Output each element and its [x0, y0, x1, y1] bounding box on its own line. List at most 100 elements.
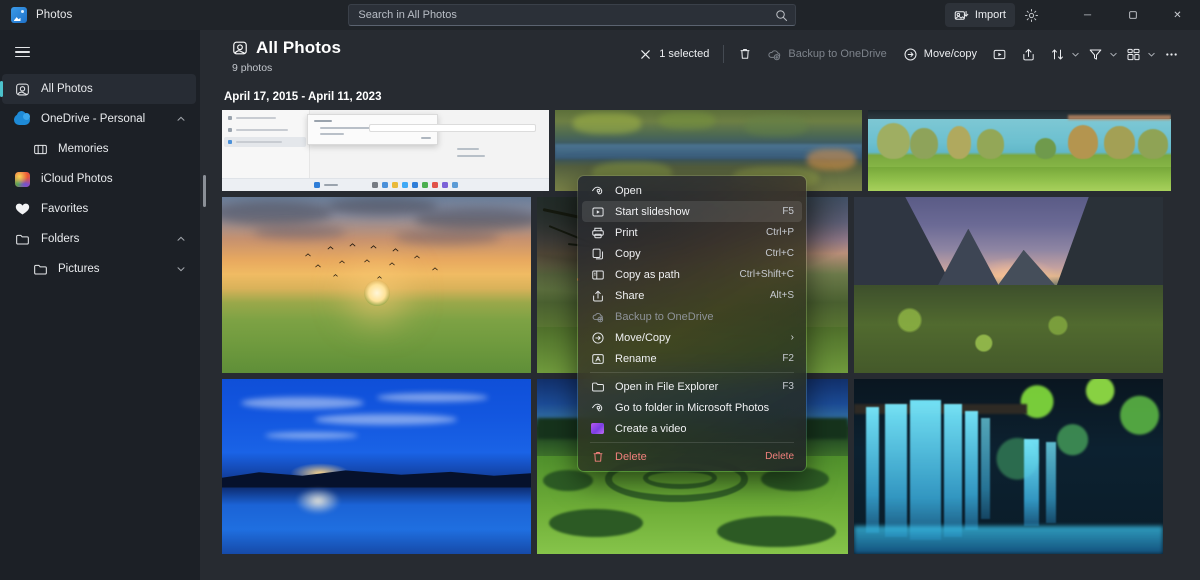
- context-menu-item-rename[interactable]: Rename F2: [582, 348, 802, 369]
- title-bar: Photos: [0, 0, 1200, 30]
- sort-button[interactable]: [1043, 41, 1072, 67]
- context-menu-items: Open Start slideshow F5: [578, 176, 806, 471]
- hamburger-icon[interactable]: [2, 36, 42, 68]
- photos-app-icon: [11, 7, 27, 23]
- sidebar-item-memories[interactable]: Memories: [2, 134, 196, 164]
- context-menu-item-label: Copy: [615, 248, 755, 260]
- context-menu-item-start-slideshow[interactable]: Start slideshow F5: [582, 201, 802, 222]
- context-menu-item-copy[interactable]: Copy Ctrl+C: [582, 243, 802, 264]
- context-menu-item-label: Print: [615, 227, 756, 239]
- scrollbar-thumb[interactable]: [203, 175, 206, 207]
- heart-icon: [14, 201, 30, 217]
- backup-to-onedrive-button[interactable]: Backup to OneDrive: [759, 41, 894, 67]
- context-menu-item-open[interactable]: Open: [582, 180, 802, 201]
- context-menu-item-label: Open: [615, 185, 784, 197]
- open-eye-icon: [590, 183, 605, 198]
- photo-thumbnail-blue-waterfall-in-forest[interactable]: [854, 379, 1163, 554]
- chevron-down-icon[interactable]: [1070, 49, 1081, 60]
- context-menu-item-open-in-file-explorer[interactable]: Open in File Explorer F3: [582, 376, 802, 397]
- search-icon[interactable]: [774, 8, 788, 22]
- chevron-up-icon[interactable]: [174, 112, 188, 126]
- settings-button[interactable]: [1017, 3, 1045, 27]
- folder-icon: [14, 231, 30, 247]
- search-box[interactable]: [348, 4, 796, 26]
- create-video-icon: [590, 421, 605, 436]
- chevron-down-icon[interactable]: [1146, 49, 1157, 60]
- close-icon[interactable]: [638, 47, 653, 62]
- import-label: Import: [975, 9, 1006, 21]
- filter-button[interactable]: [1081, 41, 1110, 67]
- maximize-button[interactable]: [1110, 0, 1155, 30]
- context-menu-separator: [590, 442, 794, 443]
- app-body: All Photos OneDrive - Personal Memories: [0, 30, 1200, 580]
- sidebar-item-label: OneDrive - Personal: [41, 113, 163, 125]
- context-menu-item-copy-as-path[interactable]: Copy as path Ctrl+Shift+C: [582, 264, 802, 285]
- context-menu-item-label: Go to folder in Microsoft Photos: [615, 402, 784, 414]
- content-scrollbar[interactable]: [203, 30, 206, 580]
- selection-count-button[interactable]: 1 selected: [630, 41, 717, 67]
- photo-thumbnail-sunset-field-with-birds[interactable]: [222, 197, 531, 373]
- cloud-backup-icon: [767, 47, 782, 62]
- move-copy-label: Move/copy: [924, 48, 977, 60]
- context-menu-item-label: Backup to OneDrive: [615, 311, 784, 323]
- close-button[interactable]: ✕: [1155, 0, 1200, 30]
- context-menu-item-share[interactable]: Share Alt+S: [582, 285, 802, 306]
- copy-as-path-icon: [590, 267, 605, 282]
- printer-icon: [590, 225, 605, 240]
- sidebar-item-onedrive-personal[interactable]: OneDrive - Personal: [2, 104, 196, 134]
- window-controls: ─ ✕: [1065, 0, 1200, 30]
- trash-icon: [590, 449, 605, 464]
- context-menu-item-print[interactable]: Print Ctrl+P: [582, 222, 802, 243]
- search-input[interactable]: [358, 9, 774, 21]
- context-menu-item-create-a-video[interactable]: Create a video: [582, 418, 802, 439]
- rename-icon: [590, 351, 605, 366]
- delete-button[interactable]: [730, 41, 759, 67]
- trash-icon: [737, 47, 752, 62]
- all-photos-icon: [232, 40, 248, 56]
- sidebar-item-pictures[interactable]: Pictures: [2, 254, 196, 284]
- sidebar-item-all-photos[interactable]: All Photos: [2, 74, 196, 104]
- photo-count: 9 photos: [232, 62, 341, 74]
- context-menu-item-label: Create a video: [615, 423, 784, 435]
- move-copy-button[interactable]: Move/copy: [895, 41, 985, 67]
- title-bar-center: [200, 4, 945, 26]
- icloud-photos-icon: [14, 171, 30, 187]
- context-menu-item-label: Start slideshow: [615, 206, 772, 218]
- context-menu-item-label: Open in File Explorer: [615, 381, 772, 393]
- sidebar-item-label: Favorites: [41, 203, 196, 215]
- memories-icon: [32, 141, 48, 157]
- photo-thumbnail-blue-lake-at-twilight[interactable]: [222, 379, 531, 554]
- sidebar-item-label: Folders: [41, 233, 163, 245]
- chevron-down-icon[interactable]: [1108, 49, 1119, 60]
- sidebar-item-icloud-photos[interactable]: iCloud Photos: [2, 164, 196, 194]
- sidebar-item-folders[interactable]: Folders: [2, 224, 196, 254]
- photos-app-window: Photos: [0, 0, 1200, 580]
- minimize-button[interactable]: ─: [1065, 0, 1110, 30]
- layout-icon: [1126, 47, 1141, 62]
- share-button[interactable]: [1014, 41, 1043, 67]
- context-menu-item-go-to-folder-in-microsoft-photos[interactable]: Go to folder in Microsoft Photos: [582, 397, 802, 418]
- slideshow-button[interactable]: [985, 41, 1014, 67]
- photo-thumbnail-windows-settings-screenshot[interactable]: [222, 110, 549, 191]
- ellipsis-icon: [1164, 47, 1179, 62]
- sidebar-item-label: All Photos: [41, 83, 196, 95]
- more-options-button[interactable]: [1157, 41, 1186, 67]
- context-menu-item-accel: F3: [782, 381, 794, 392]
- import-button[interactable]: Import: [945, 3, 1015, 27]
- context-menu-item-delete[interactable]: Delete Delete: [582, 446, 802, 467]
- context-menu-item-move-copy[interactable]: Move/Copy ›: [582, 327, 802, 348]
- context-menu-separator: [590, 372, 794, 373]
- view-layout-button[interactable]: [1119, 41, 1148, 67]
- chevron-up-icon[interactable]: [174, 232, 188, 246]
- page-heading-block: All Photos 9 photos: [208, 38, 341, 74]
- chevron-down-icon[interactable]: [174, 262, 188, 276]
- sidebar-item-favorites[interactable]: Favorites: [2, 194, 196, 224]
- sort-icon: [1050, 47, 1065, 62]
- title-bar-right: Import ─ ✕: [945, 0, 1200, 30]
- app-title: Photos: [36, 9, 72, 21]
- context-menu-item-accel: Alt+S: [770, 290, 794, 301]
- photo-thumbnail-turquoise-lake-with-trees[interactable]: [868, 110, 1171, 191]
- photo-thumbnail-milford-sound-mountains[interactable]: [854, 197, 1163, 373]
- folder-icon: [32, 261, 48, 277]
- sidebar-item-label: iCloud Photos: [41, 173, 196, 185]
